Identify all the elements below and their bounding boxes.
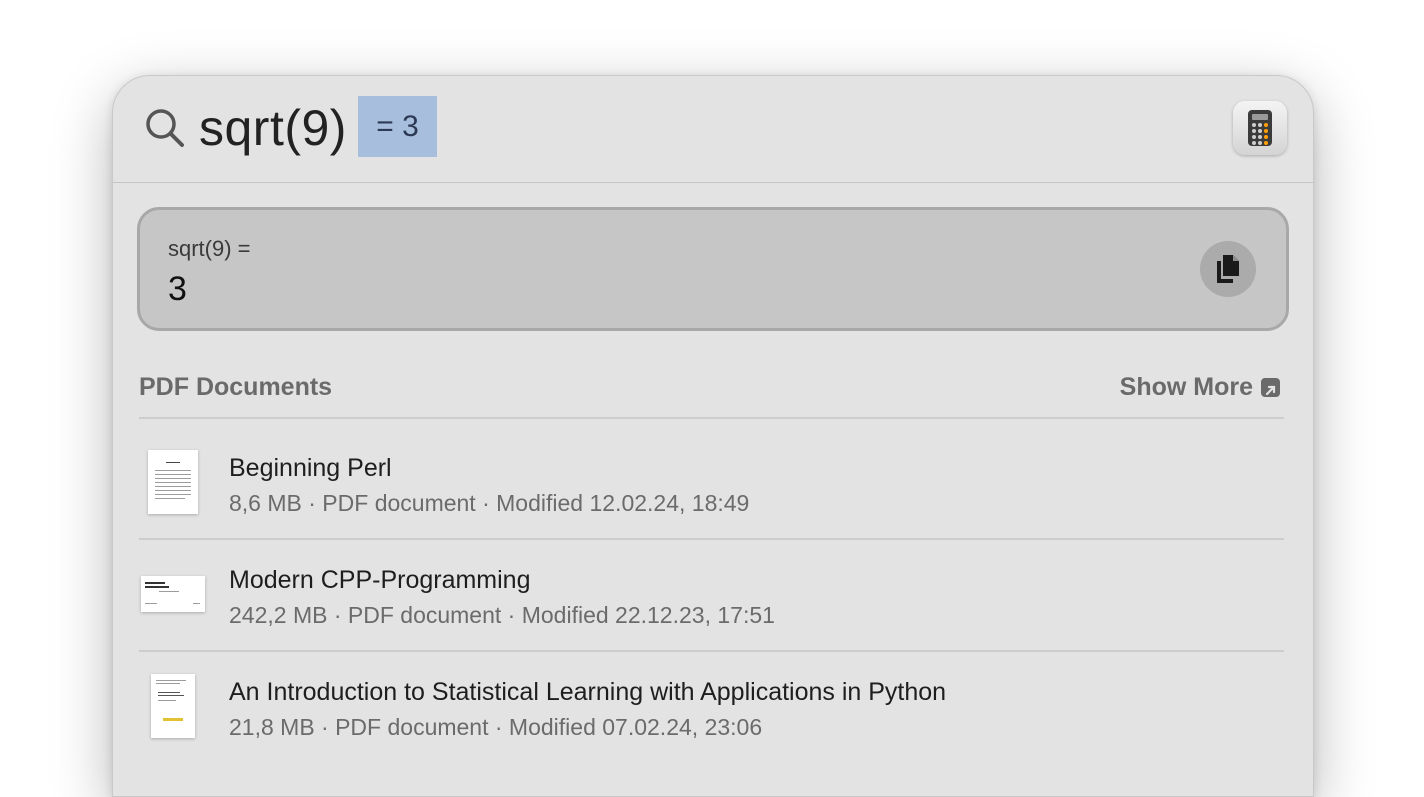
- result-title: An Introduction to Statistical Learning …: [229, 678, 947, 706]
- pdf-thumbnail-icon: [148, 450, 198, 514]
- result-meta: 242,2 MB · PDF document · Modified 22.12…: [229, 602, 775, 628]
- calculator-expression: sqrt(9) =: [168, 236, 251, 261]
- result-meta: 21,8 MB · PDF document · Modified 07.02.…: [229, 714, 763, 740]
- inline-answer: = 3: [358, 96, 437, 157]
- section-title: PDF Documents: [139, 373, 333, 401]
- arrow-up-right-icon: [1261, 378, 1280, 397]
- result-meta: 8,6 MB · PDF document · Modified 12.02.2…: [229, 490, 750, 516]
- result-title: Modern CPP-Programming: [229, 566, 531, 594]
- copy-button[interactable]: [1200, 241, 1256, 297]
- list-item[interactable]: An Introduction to Statistical Learning …: [139, 650, 1284, 762]
- pdf-thumbnail-icon: [151, 674, 195, 738]
- section-header: PDF Documents Show More: [139, 373, 1284, 419]
- spotlight-window: sqrt(9) = 3 sqrt(9) = 3 PDF Documents Sh…: [112, 75, 1314, 797]
- calculator-app-icon[interactable]: [1233, 101, 1287, 155]
- calculator-result: 3: [168, 270, 187, 308]
- copy-icon: [1217, 255, 1239, 283]
- search-input[interactable]: sqrt(9): [199, 100, 347, 156]
- show-more-label: Show More: [1119, 373, 1253, 401]
- show-more-button[interactable]: Show More: [1120, 373, 1280, 402]
- list-item[interactable]: Beginning Perl 8,6 MB · PDF document · M…: [139, 426, 1284, 540]
- calculator-result-card[interactable]: sqrt(9) = 3: [137, 207, 1289, 331]
- list-item[interactable]: Modern CPP-Programming 242,2 MB · PDF do…: [139, 538, 1284, 652]
- pdf-thumbnail-icon: [141, 576, 205, 612]
- search-icon: [143, 106, 187, 150]
- search-bar: sqrt(9) = 3: [113, 76, 1313, 183]
- result-title: Beginning Perl: [229, 454, 392, 482]
